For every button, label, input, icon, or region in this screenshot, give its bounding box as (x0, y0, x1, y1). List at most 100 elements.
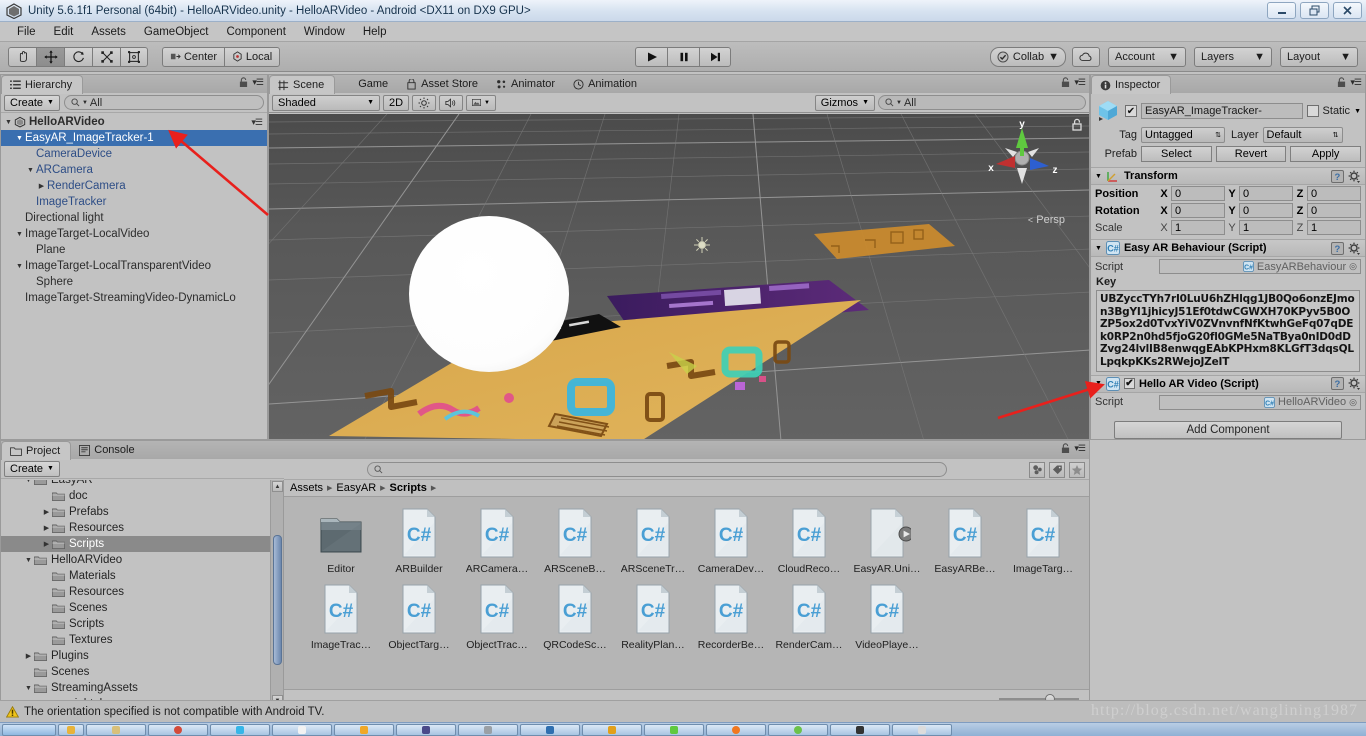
object-picker-icon[interactable]: ◎ (1349, 261, 1357, 272)
project-tree-row[interactable]: Scenes (1, 600, 283, 616)
tab-scene[interactable]: Scene (269, 75, 336, 94)
asset-item[interactable]: C# ObjectTarg… (380, 581, 458, 651)
restore-button[interactable] (1300, 2, 1329, 19)
inspector-menu-icon[interactable]: ▾☰ (1350, 77, 1362, 88)
hello-script-objectfield[interactable]: C# HelloARVideo ◎ (1159, 394, 1361, 410)
chevron-down-icon[interactable]: ▼ (3, 119, 14, 126)
tab-hierarchy[interactable]: Hierarchy (1, 75, 84, 94)
project-tree-row[interactable]: ▶ Scripts (1, 536, 283, 552)
help-icon[interactable]: ? (1331, 169, 1344, 183)
taskbar-item[interactable] (272, 723, 332, 736)
filter-by-type-button[interactable] (1029, 461, 1045, 478)
scene-audio-button[interactable] (439, 94, 463, 111)
hello-ar-video-header[interactable]: ▼ C# ✔ Hello AR Video (Script) ? (1091, 374, 1365, 393)
scene-viewport[interactable]: y x z < Persp (269, 114, 1089, 439)
breadcrumb-easyar[interactable]: EasyAR (336, 482, 376, 494)
layers-button[interactable]: Layers ▼ (1194, 46, 1272, 67)
chevron-right-icon[interactable]: ▶ (23, 652, 34, 660)
hierarchy-create-button[interactable]: Create ▼ (4, 94, 60, 111)
asset-item[interactable]: Editor (302, 505, 380, 575)
minimize-button[interactable] (1267, 2, 1296, 19)
static-checkbox[interactable] (1306, 105, 1319, 117)
menu-assets[interactable]: Assets (82, 22, 135, 42)
scene-axis-gizmo[interactable]: y x z (979, 118, 1065, 198)
lock-icon[interactable] (1061, 77, 1070, 88)
filter-favorites-button[interactable] (1069, 461, 1085, 478)
rotate-tool-button[interactable] (64, 46, 92, 67)
menu-edit[interactable]: Edit (45, 22, 83, 42)
asset-item[interactable]: C# ARSceneTr… (614, 505, 692, 575)
tab-animation[interactable]: Animation (565, 75, 647, 93)
project-tree-row[interactable]: Textures (1, 632, 283, 648)
chevron-down-icon[interactable]: ▼ (14, 231, 25, 238)
layer-dropdown[interactable]: Default ⇅ (1262, 127, 1343, 143)
taskbar-item[interactable] (706, 723, 766, 736)
pause-button[interactable] (667, 46, 699, 67)
transform-position-x-input[interactable]: 0 (1171, 186, 1225, 201)
chevron-down-icon[interactable]: ▼ (1095, 380, 1102, 387)
hierarchy-row[interactable]: ▼ ImageTarget-LocalTransparentVideo (1, 258, 267, 274)
asset-item[interactable]: C# CameraDev… (692, 505, 770, 575)
transform-rotation-x-input[interactable]: 0 (1171, 203, 1225, 218)
easyar-script-objectfield[interactable]: C# EasyARBehaviour ◎ (1159, 259, 1361, 274)
chevron-down-icon[interactable]: ▼ (25, 167, 36, 174)
asset-item[interactable]: C# ARCamera… (458, 505, 536, 575)
asset-item[interactable]: C# ImageTrac… (302, 581, 380, 651)
chevron-right-icon[interactable]: ▶ (36, 182, 47, 190)
tab-game[interactable]: Game (335, 75, 398, 93)
project-tree-row[interactable]: ▶ Prefabs (1, 504, 283, 520)
chevron-down-icon[interactable]: ▼ (1095, 173, 1102, 180)
hierarchy-row[interactable]: ▼ HelloARVideo (1, 114, 267, 130)
project-tree-scrollbar[interactable]: ▲ ▼ (270, 480, 283, 707)
project-tree-row[interactable]: Resources (1, 584, 283, 600)
transform-scale-x-input[interactable]: 1 (1171, 220, 1225, 235)
scene-projection-label[interactable]: < Persp (1028, 214, 1065, 226)
taskbar-item[interactable] (334, 723, 394, 736)
object-name-input[interactable]: EasyAR_ImageTracker- (1141, 103, 1303, 119)
asset-item[interactable]: C# QRCodeSc… (536, 581, 614, 651)
tab-asset-store[interactable]: Asset Store (398, 75, 488, 93)
gear-icon[interactable] (1348, 242, 1361, 255)
hierarchy-row[interactable]: CameraDevice (1, 146, 267, 162)
tab-console[interactable]: Console (71, 441, 144, 459)
hierarchy-tree[interactable]: ▼ HelloARVideo ▼ EasyAR_ImageTracker-1 Camer… (1, 114, 267, 439)
asset-item[interactable]: C# EasyARBe… (926, 505, 1004, 575)
chevron-down-icon[interactable]: ▼ (14, 263, 25, 270)
cloud-button[interactable] (1072, 46, 1100, 67)
transform-position-y-input[interactable]: 0 (1239, 186, 1293, 201)
help-icon[interactable]: ? (1331, 377, 1344, 391)
menu-component[interactable]: Component (217, 22, 294, 42)
hierarchy-row[interactable]: Directional light (1, 210, 267, 226)
taskbar-item[interactable] (396, 723, 456, 736)
transform-position-z-input[interactable]: 0 (1307, 186, 1361, 201)
chevron-right-icon[interactable]: ▶ (41, 508, 52, 516)
object-enabled-checkbox[interactable]: ✔ (1125, 105, 1137, 117)
asset-item[interactable]: C# RenderCam… (770, 581, 848, 651)
asset-item[interactable]: C# VideoPlaye… (848, 581, 926, 651)
project-create-button[interactable]: Create ▼ (4, 460, 60, 477)
object-picker-icon[interactable]: ◎ (1349, 397, 1357, 408)
asset-item[interactable]: C# ImageTarg… (1004, 505, 1082, 575)
taskbar-item[interactable] (86, 723, 146, 736)
transform-rotation-y-input[interactable]: 0 (1239, 203, 1293, 218)
close-button[interactable] (1333, 2, 1362, 19)
hierarchy-row[interactable]: Plane (1, 242, 267, 258)
scroll-thumb[interactable] (273, 535, 282, 665)
taskbar-item[interactable] (520, 723, 580, 736)
taskbar-item[interactable] (644, 723, 704, 736)
chevron-down-icon[interactable]: ▼ (1354, 108, 1361, 115)
project-tree-row[interactable]: Materials (1, 568, 283, 584)
chevron-down-icon[interactable]: ▼ (23, 480, 34, 484)
taskbar-item[interactable] (58, 723, 84, 736)
taskbar-item[interactable] (458, 723, 518, 736)
transform-component-header[interactable]: ▼ Transform ? (1091, 167, 1365, 185)
menu-file[interactable]: File (8, 22, 45, 42)
chevron-right-icon[interactable]: ▶ (41, 540, 52, 548)
pivot-rotation-button[interactable]: Local (224, 46, 280, 67)
project-tree-row[interactable]: ▶ Plugins (1, 648, 283, 664)
lock-icon[interactable] (239, 77, 248, 88)
chevron-down-icon[interactable]: ▼ (23, 557, 34, 564)
project-search-input[interactable] (366, 462, 947, 477)
hello-ar-video-enabled-checkbox[interactable]: ✔ (1123, 378, 1135, 390)
easyar-key-textarea[interactable]: UBZyccTYh7rI0LuU6hZHlqg1JB0Qo6onzEJmon3B… (1096, 290, 1360, 372)
